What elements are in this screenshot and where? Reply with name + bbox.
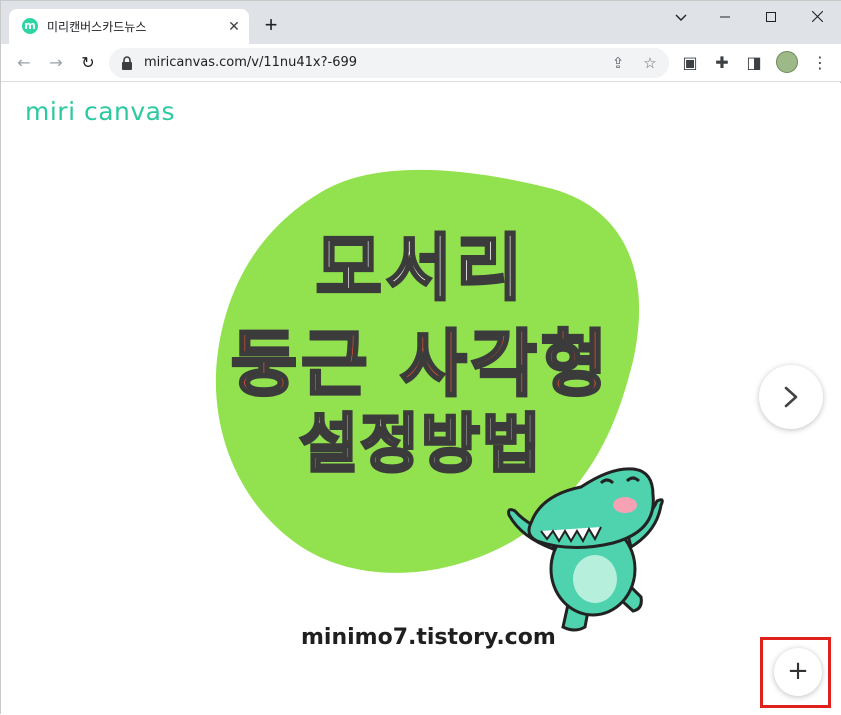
tab-close-icon[interactable]: ✕: [225, 17, 243, 35]
add-button[interactable]: +: [774, 648, 822, 696]
new-tab-button[interactable]: +: [259, 13, 283, 37]
bookmark-star-icon[interactable]: ☆: [639, 52, 661, 74]
back-arrow-icon[interactable]: ←: [13, 52, 35, 74]
highlight-frame: +: [760, 637, 831, 708]
extensions-puzzle-icon[interactable]: ✚: [711, 52, 733, 74]
minimize-button[interactable]: [702, 5, 748, 29]
share-icon[interactable]: ⇪: [607, 52, 629, 74]
maximize-button[interactable]: [748, 5, 794, 29]
site-url-text: minimo7.tistory.com: [301, 625, 556, 650]
miricanvas-logo[interactable]: miri canvas: [25, 97, 175, 126]
close-window-button[interactable]: [794, 5, 840, 29]
forward-arrow-icon[interactable]: →: [45, 52, 67, 74]
url-text[interactable]: miricanvas.com/v/11nu41x?-699: [144, 55, 357, 70]
lock-icon: [122, 56, 132, 70]
tab-title: 미리캔버스카드뉴스: [47, 20, 147, 34]
miricanvas-favicon-icon: m: [22, 18, 38, 34]
reload-icon[interactable]: ↻: [77, 52, 99, 74]
browser-window: m 미리캔버스카드뉴스 ✕ + ← → ↻ miricanvas.com/v/1…: [0, 0, 841, 715]
crocodile-mascot-illustration: [507, 467, 664, 632]
browser-menu-icon[interactable]: ⋮: [809, 52, 831, 74]
headline-line-1: 모서리: [314, 225, 527, 312]
chevron-right-icon: [784, 386, 798, 408]
profile-avatar[interactable]: [776, 51, 798, 73]
tab-strip: m 미리캔버스카드뉴스 ✕ +: [1, 1, 841, 44]
browser-toolbar: ← → ↻ miricanvas.com/v/11nu41x?-699 ⇪ ☆ …: [1, 44, 841, 82]
side-panel-icon[interactable]: ◨: [743, 52, 765, 74]
media-control-icon[interactable]: ▣: [679, 52, 701, 74]
tab-active[interactable]: m 미리캔버스카드뉴스 ✕: [9, 9, 249, 44]
address-bar[interactable]: miricanvas.com/v/11nu41x?-699 ⇪ ☆: [109, 48, 669, 78]
tab-search-chevron-icon[interactable]: [658, 5, 704, 29]
page-content: miri canvas 모서리 둥근 사각형 설정방법 minimo7.tist…: [1, 83, 841, 715]
next-slide-button[interactable]: [759, 365, 823, 429]
